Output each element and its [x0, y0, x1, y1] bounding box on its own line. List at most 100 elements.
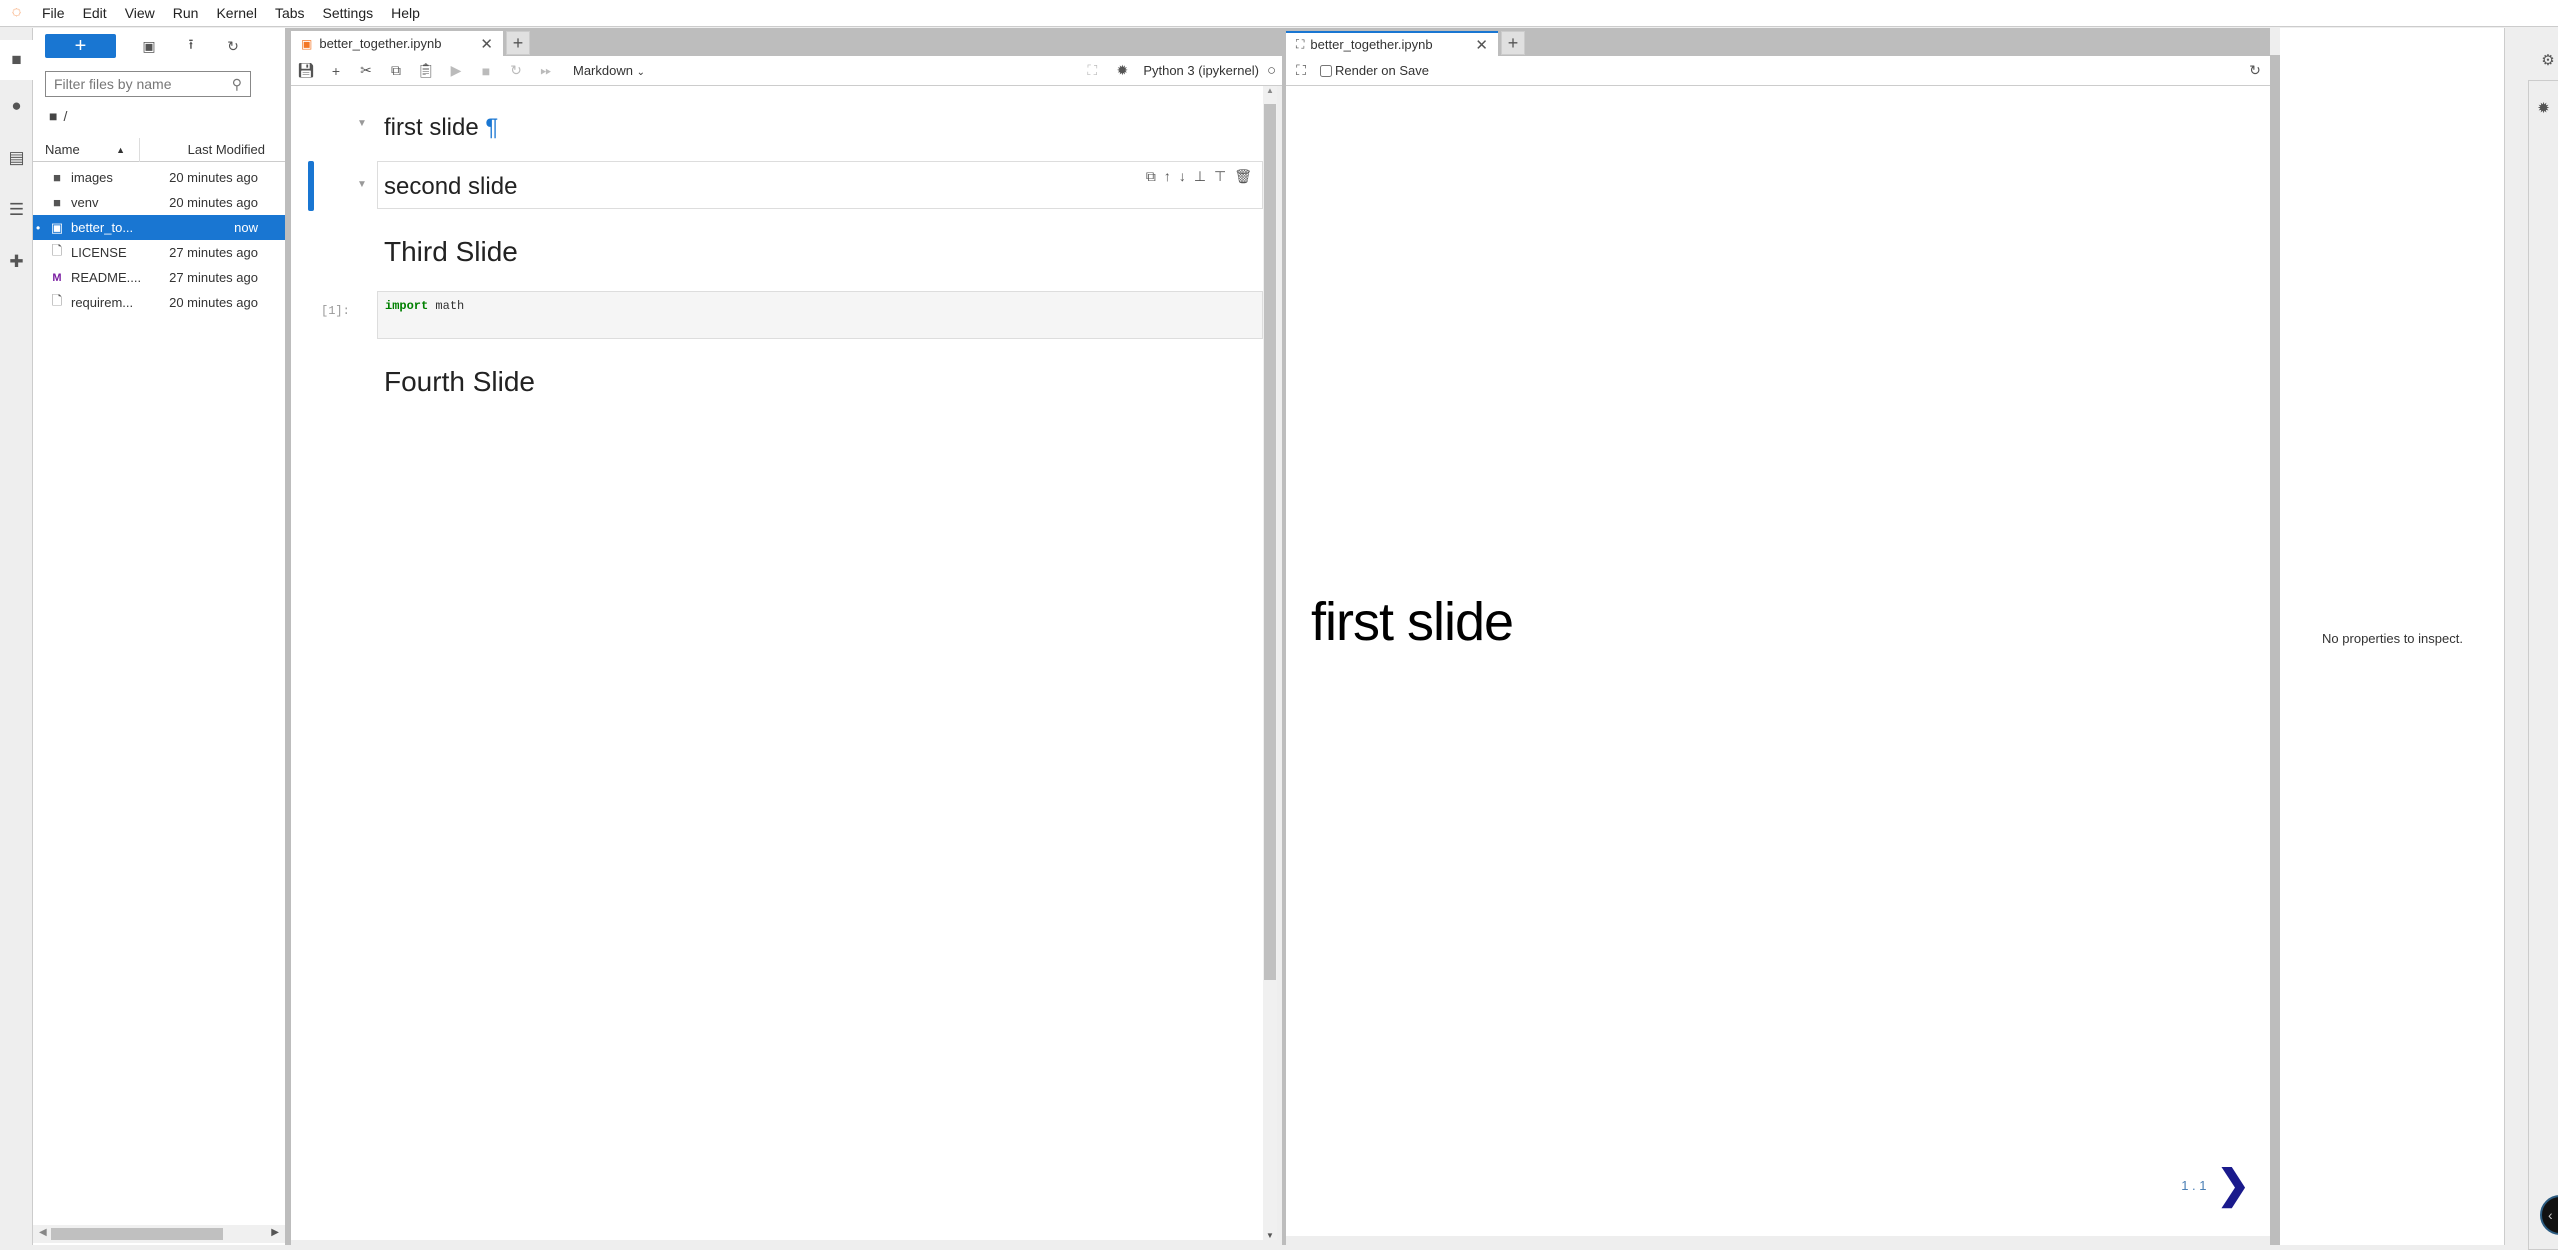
- scroll-up-icon[interactable]: ▲: [1266, 86, 1274, 95]
- menu-view[interactable]: View: [116, 0, 164, 27]
- markdown-cell[interactable]: Fourth Slide: [291, 366, 1263, 406]
- file-row[interactable]: 🗋 requirem... 20 minutes ago: [33, 290, 285, 315]
- file-name: venv: [71, 195, 99, 210]
- code-cell[interactable]: [1]: import math: [291, 291, 1263, 341]
- slide-counter: 1 . 1: [2181, 1177, 2207, 1193]
- table-of-contents-icon[interactable]: ☰: [0, 190, 33, 230]
- slideshow-toolbar: ⛶ Render on Save ↻: [1286, 56, 2270, 86]
- tab-notebook[interactable]: ▣ better_together.ipynb ✕: [291, 31, 503, 56]
- menu-settings[interactable]: Settings: [314, 0, 383, 27]
- run-icon[interactable]: ▶: [441, 62, 471, 79]
- upload-icon[interactable]: ⭱: [170, 34, 212, 58]
- insert-cell-icon[interactable]: +: [321, 63, 351, 79]
- collapse-icon[interactable]: ▼: [357, 179, 367, 190]
- column-last-modified[interactable]: Last Modified: [140, 142, 285, 157]
- new-folder-icon[interactable]: ▣: [128, 34, 170, 58]
- folder-icon[interactable]: ■: [0, 40, 34, 80]
- breadcrumb-root[interactable]: /: [63, 108, 67, 124]
- debugger-icon[interactable]: ✹: [2528, 80, 2558, 1250]
- debugger-icon[interactable]: ✹: [1107, 62, 1137, 79]
- horizontal-scrollbar[interactable]: ◀ ▶: [33, 1225, 285, 1243]
- close-icon[interactable]: ✕: [1475, 36, 1488, 54]
- search-icon: ⚲: [231, 75, 242, 92]
- stop-icon[interactable]: ■: [471, 63, 501, 79]
- file-modified: 20 minutes ago: [169, 195, 258, 210]
- move-down-icon[interactable]: ↓: [1179, 168, 1186, 185]
- scrollbar-thumb[interactable]: [51, 1228, 223, 1240]
- copy-icon[interactable]: ⧉: [381, 62, 411, 79]
- insert-below-icon[interactable]: ⊤: [1214, 168, 1226, 185]
- menu-run[interactable]: Run: [164, 0, 208, 27]
- file-name: images: [71, 170, 113, 185]
- markdown-cell-selected[interactable]: ⧉ ↑ ↓ ⊥ ⊤ 🗑︎ ▼ second slide: [291, 161, 1263, 211]
- fullscreen-icon[interactable]: ⛶: [1286, 62, 1316, 79]
- property-gears-icon[interactable]: ⚙: [2538, 40, 2558, 80]
- collapse-icon[interactable]: ▼: [357, 118, 367, 129]
- menu-tabs[interactable]: Tabs: [266, 0, 314, 27]
- restart-icon[interactable]: ↻: [501, 62, 531, 79]
- menu-help[interactable]: Help: [382, 0, 429, 27]
- close-icon[interactable]: ✕: [480, 35, 493, 53]
- cell-type-select[interactable]: Markdown ⌄: [573, 63, 645, 78]
- running-icon[interactable]: ●: [0, 86, 33, 126]
- kernel-status-icon: ○: [1266, 62, 1276, 79]
- cell-heading: first slide ¶: [384, 114, 499, 141]
- filter-files-input[interactable]: Filter files by name ⚲: [45, 71, 251, 97]
- new-launcher-button[interactable]: +: [45, 34, 116, 58]
- code-editor[interactable]: import math: [377, 291, 1263, 339]
- chevron-down-icon: ⌄: [636, 67, 645, 78]
- property-inspector-icon[interactable]: ▤: [0, 138, 33, 178]
- file-row[interactable]: ■ images 20 minutes ago: [33, 165, 285, 190]
- add-tab-button[interactable]: +: [1501, 31, 1525, 55]
- cut-icon[interactable]: ✂: [351, 62, 381, 79]
- fast-forward-icon[interactable]: ⏩︎: [531, 62, 561, 79]
- notebook-tab-bar: ▣ better_together.ipynb ✕ +: [291, 28, 1282, 56]
- left-sidebar: ■ ● ▤ ☰ ✚: [0, 28, 34, 1245]
- file-row[interactable]: M README.... 27 minutes ago: [33, 265, 285, 290]
- refresh-icon[interactable]: ↻: [212, 34, 254, 58]
- insert-above-icon[interactable]: ⊥: [1194, 168, 1206, 185]
- folder-icon: ■: [53, 170, 61, 185]
- move-up-icon[interactable]: ↑: [1164, 168, 1171, 185]
- file-name: README....: [71, 270, 142, 285]
- file-row[interactable]: ■ venv 20 minutes ago: [33, 190, 285, 215]
- slide-title: first slide: [1311, 592, 1514, 652]
- scroll-right-icon[interactable]: ▶: [271, 1227, 279, 1238]
- scroll-down-icon[interactable]: ▼: [1266, 1231, 1274, 1240]
- markdown-cell[interactable]: Third Slide: [291, 236, 1263, 276]
- vertical-scrollbar[interactable]: ▲ ▼: [1263, 86, 1277, 1240]
- notebook-content: ▼ first slide ¶ ⧉ ↑ ↓ ⊥ ⊤ 🗑︎ ▼ second sl…: [291, 86, 1263, 1240]
- file-row[interactable]: 🗋 LICENSE 27 minutes ago: [33, 240, 285, 265]
- extension-icon[interactable]: ✚: [0, 242, 33, 282]
- menu-edit[interactable]: Edit: [74, 0, 116, 27]
- tab-slideshow[interactable]: ⛶ better_together.ipynb ✕: [1286, 31, 1498, 56]
- add-tab-button[interactable]: +: [506, 31, 530, 55]
- inspector-message: No properties to inspect.: [2322, 631, 2463, 646]
- column-name-label: Name: [45, 142, 80, 157]
- kernel-name[interactable]: Python 3 (ipykernel): [1143, 63, 1259, 78]
- render-on-save-checkbox[interactable]: [1320, 64, 1332, 77]
- cell-type-value: Markdown: [573, 63, 633, 78]
- next-slide-icon[interactable]: ❯: [2216, 1162, 2250, 1208]
- column-name[interactable]: Name ▲: [33, 137, 140, 162]
- markdown-cell[interactable]: ▼ first slide ¶: [291, 86, 1263, 141]
- delete-cell-icon[interactable]: 🗑︎: [1234, 168, 1252, 185]
- save-icon[interactable]: 💾︎: [291, 62, 321, 79]
- breadcrumb: ■ /: [49, 108, 67, 124]
- notebook-toolbar: 💾︎ + ✂ ⧉ 📋︎ ▶ ■ ↻ ⏩︎ Markdown ⌄ ⛶ ✹ Pyth…: [291, 56, 1282, 86]
- anchor-link[interactable]: ¶: [485, 114, 498, 141]
- menu-bar: ◌ File Edit View Run Kernel Tabs Setting…: [0, 0, 2558, 27]
- modified-dot: •: [36, 220, 41, 235]
- duplicate-cell-icon[interactable]: ⧉: [1146, 168, 1156, 185]
- markdown-icon: M: [52, 271, 62, 284]
- scrollbar-thumb[interactable]: [1264, 104, 1276, 980]
- menu-kernel[interactable]: Kernel: [207, 0, 265, 27]
- file-row[interactable]: ▣ better_to... now •: [33, 215, 285, 240]
- scroll-left-icon[interactable]: ◀: [39, 1227, 47, 1238]
- presentation-icon[interactable]: ⛶: [1077, 62, 1107, 79]
- panel-splitter[interactable]: [2270, 55, 2280, 1245]
- folder-icon[interactable]: ■: [49, 108, 57, 124]
- paste-icon[interactable]: 📋︎: [411, 62, 441, 79]
- refresh-icon[interactable]: ↻: [2240, 62, 2270, 79]
- menu-file[interactable]: File: [33, 0, 74, 27]
